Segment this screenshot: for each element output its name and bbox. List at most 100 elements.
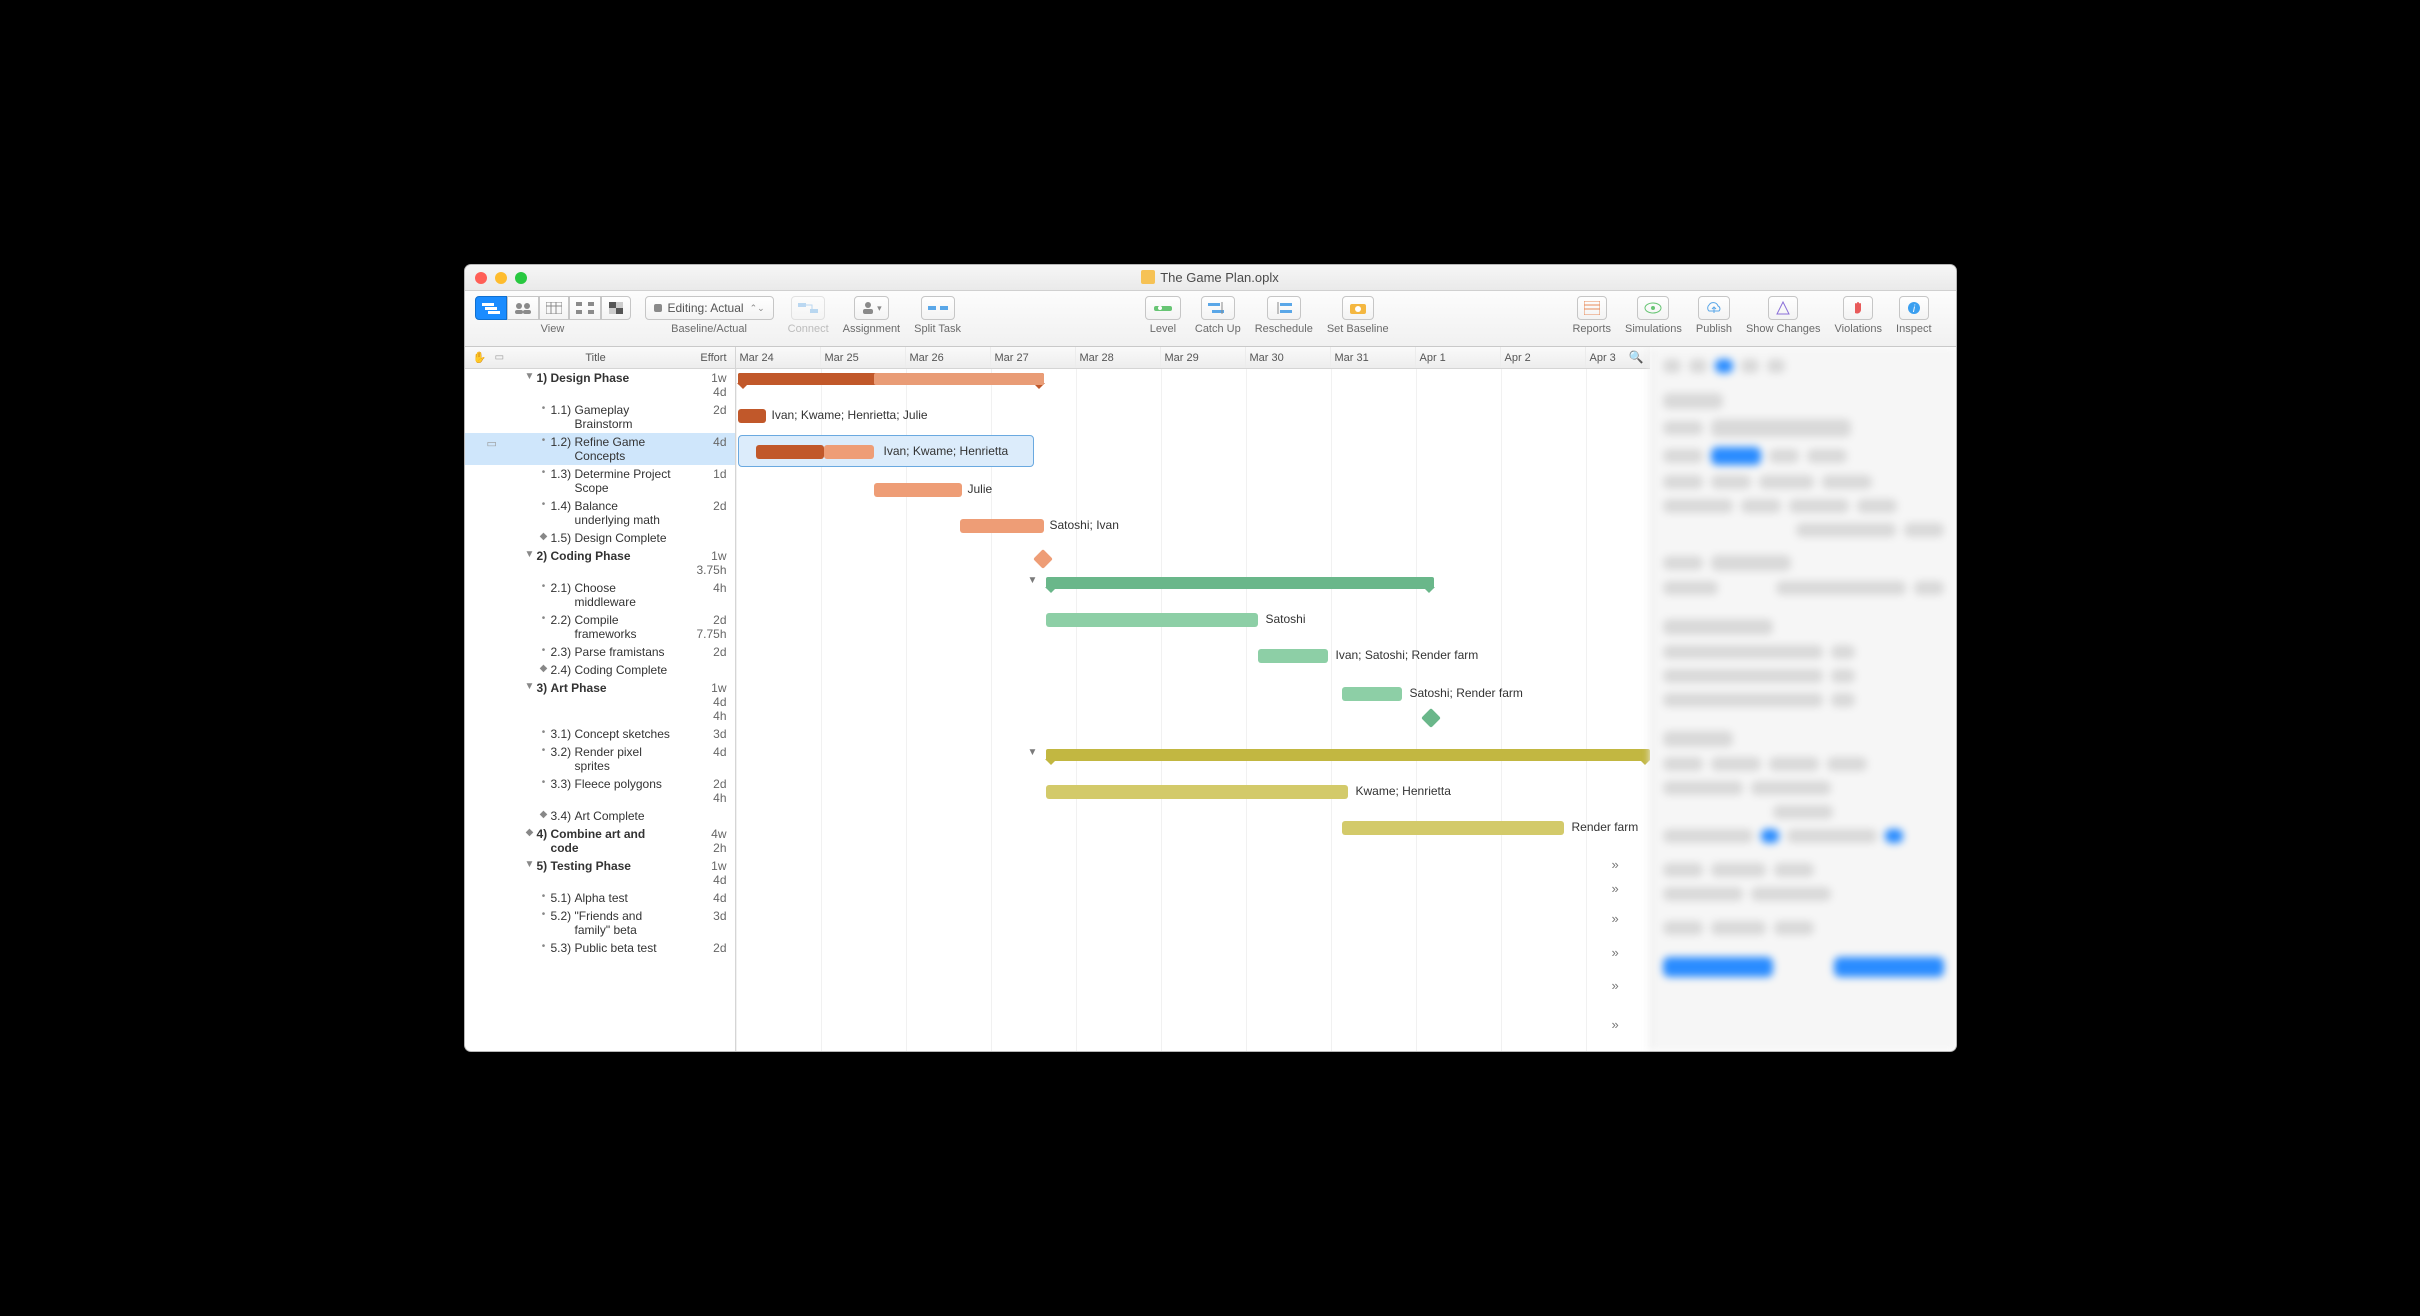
gantt-bar[interactable] [738,373,874,385]
gantt-summary-bar[interactable] [1046,749,1650,761]
split-task-button[interactable] [921,296,955,320]
outline-row[interactable]: •1.3) Determine Project Scope1d [465,465,735,497]
effort-column-header[interactable]: Effort [679,352,735,364]
content-area: ✋ ▭ Title Effort ▼1) Design Phase1w4d•1.1… [465,347,1956,1051]
outline-row[interactable]: ▼3) Art Phase1w4d4h [465,679,735,725]
gantt-disclosure-icon[interactable]: ▼ [1028,575,1038,586]
disclosure-triangle-icon[interactable]: ▼ [523,859,537,887]
outline-row[interactable]: ▭•1.2) Refine Game Concepts4d [465,433,735,465]
task-title: Determine Project Scope [575,467,679,495]
view-calendar-button[interactable] [539,296,569,320]
outline-row[interactable]: •3.1) Concept sketches3d [465,725,735,743]
hand-icon[interactable]: ✋ [473,351,487,364]
catch-up-button[interactable] [1201,296,1235,320]
title-column-header[interactable]: Title [513,352,679,364]
overflow-arrow-icon[interactable]: » [1612,911,1619,926]
outline-row[interactable]: ▼1) Design Phase1w4d [465,369,735,401]
camera-icon [1349,301,1367,315]
gantt-bar[interactable] [824,445,874,459]
gantt-bar[interactable] [756,445,824,459]
set-baseline-button[interactable] [1342,296,1374,320]
overflow-arrow-icon[interactable]: » [1612,1017,1619,1032]
date-column[interactable]: Mar 26 [906,347,991,368]
date-column[interactable]: Mar 28 [1076,347,1161,368]
reports-button[interactable] [1577,296,1607,320]
outline-row[interactable]: •3.3) Fleece polygons2d4h [465,775,735,807]
show-changes-button[interactable] [1768,296,1798,320]
gantt-bar[interactable] [874,483,962,497]
outline-row[interactable]: •2.1) Choose middleware4h [465,579,735,611]
date-column[interactable]: Mar 24 [736,347,821,368]
milestone-diamond[interactable] [1033,549,1053,569]
level-button[interactable] [1145,296,1181,320]
reschedule-button[interactable] [1267,296,1301,320]
disclosure-triangle-icon[interactable]: ▼ [523,371,537,399]
outline-row[interactable]: •5.2) "Friends and family" beta3d [465,907,735,939]
gantt-bar-label: Ivan; Kwame; Henrietta; Julie [772,408,928,422]
inspect-button[interactable]: i [1899,296,1929,320]
task-effort: 2d [679,941,735,955]
gantt-body[interactable]: Ivan; Kwame; Henrietta; JulieIvan; Kwame… [736,369,1650,1051]
date-column[interactable]: Mar 31 [1331,347,1416,368]
outline-row[interactable]: •2.2) Compile frameworks2d7.75h [465,611,735,643]
overflow-arrow-icon[interactable]: » [1612,857,1619,872]
outline-row[interactable]: ◆4) Combine art and code4w2h [465,825,735,857]
overflow-arrow-icon[interactable]: » [1612,978,1619,993]
gantt-bar[interactable] [960,519,1044,533]
task-title: Coding Phase [551,549,679,577]
outline-rows[interactable]: ▼1) Design Phase1w4d•1.1) Gameplay Brain… [465,369,735,1051]
outline-row[interactable]: •3.2) Render pixel sprites4d [465,743,735,775]
outline-row[interactable]: •5.3) Public beta test2d [465,939,735,957]
view-gantt-button[interactable] [475,296,507,320]
date-column[interactable]: Mar 29 [1161,347,1246,368]
violations-button[interactable] [1843,296,1873,320]
gantt-summary-bar[interactable] [1046,577,1434,589]
date-column[interactable]: Apr 3 [1586,347,1650,368]
publish-button[interactable] [1698,296,1730,320]
disclosure-triangle-icon[interactable]: ▼ [523,549,537,577]
gantt-bar[interactable] [1258,649,1328,663]
disclosure-triangle-icon[interactable]: ▼ [523,681,537,723]
outline-row[interactable]: •1.1) Gameplay Brainstorm2d [465,401,735,433]
outline-row[interactable]: •1.4) Balance underlying math2d [465,497,735,529]
gantt-bar[interactable] [1046,785,1348,799]
outline-row[interactable]: ▼5) Testing Phase1w4d [465,857,735,889]
assignment-button[interactable]: ▾ [854,296,889,320]
overflow-arrow-icon[interactable]: » [1612,881,1619,896]
gantt-pane[interactable]: 🔍 Mar 24Mar 25Mar 26Mar 27Mar 28Mar 29Ma… [736,347,1650,1051]
task-title: Gameplay Brainstorm [575,403,679,431]
date-column[interactable]: Apr 1 [1416,347,1501,368]
task-title: Concept sketches [575,727,679,741]
view-styles-button[interactable] [601,296,631,320]
outline-row[interactable]: ◆3.4) Art Complete [465,807,735,825]
simulations-button[interactable] [1637,296,1669,320]
overflow-arrow-icon[interactable]: » [1612,945,1619,960]
gantt-bar[interactable] [1046,613,1258,627]
outline-pane: ✋ ▭ Title Effort ▼1) Design Phase1w4d•1.1… [465,347,736,1051]
note-column-icon[interactable]: ▭ [495,352,504,363]
gantt-bar[interactable] [1342,687,1402,701]
outline-row[interactable]: ◆1.5) Design Complete [465,529,735,547]
task-effort: 3d [679,909,735,937]
date-column[interactable]: Mar 25 [821,347,906,368]
view-label: View [541,323,565,335]
outline-row[interactable]: •5.1) Alpha test4d [465,889,735,907]
title-bar[interactable]: The Game Plan.oplx [465,265,1956,291]
gantt-disclosure-icon[interactable]: ▼ [1028,747,1038,758]
gantt-bar-label: Julie [968,482,993,496]
outline-row[interactable]: ▼2) Coding Phase1w3.75h [465,547,735,579]
outline-row[interactable]: •2.3) Parse framistans2d [465,643,735,661]
gantt-bar[interactable] [1342,821,1564,835]
view-resources-button[interactable] [507,296,539,320]
outline-row[interactable]: ◆2.4) Coding Complete [465,661,735,679]
gantt-bar[interactable] [738,409,766,423]
milestone-diamond[interactable] [1421,708,1441,728]
date-column[interactable]: Mar 27 [991,347,1076,368]
date-column[interactable]: Apr 2 [1501,347,1586,368]
baseline-selector[interactable]: Editing: Actual ⌃⌄ [645,296,774,320]
date-column[interactable]: Mar 30 [1246,347,1331,368]
network-icon [576,302,594,314]
view-network-button[interactable] [569,296,601,320]
connect-button[interactable] [791,296,825,320]
gantt-bar[interactable] [874,373,1044,385]
